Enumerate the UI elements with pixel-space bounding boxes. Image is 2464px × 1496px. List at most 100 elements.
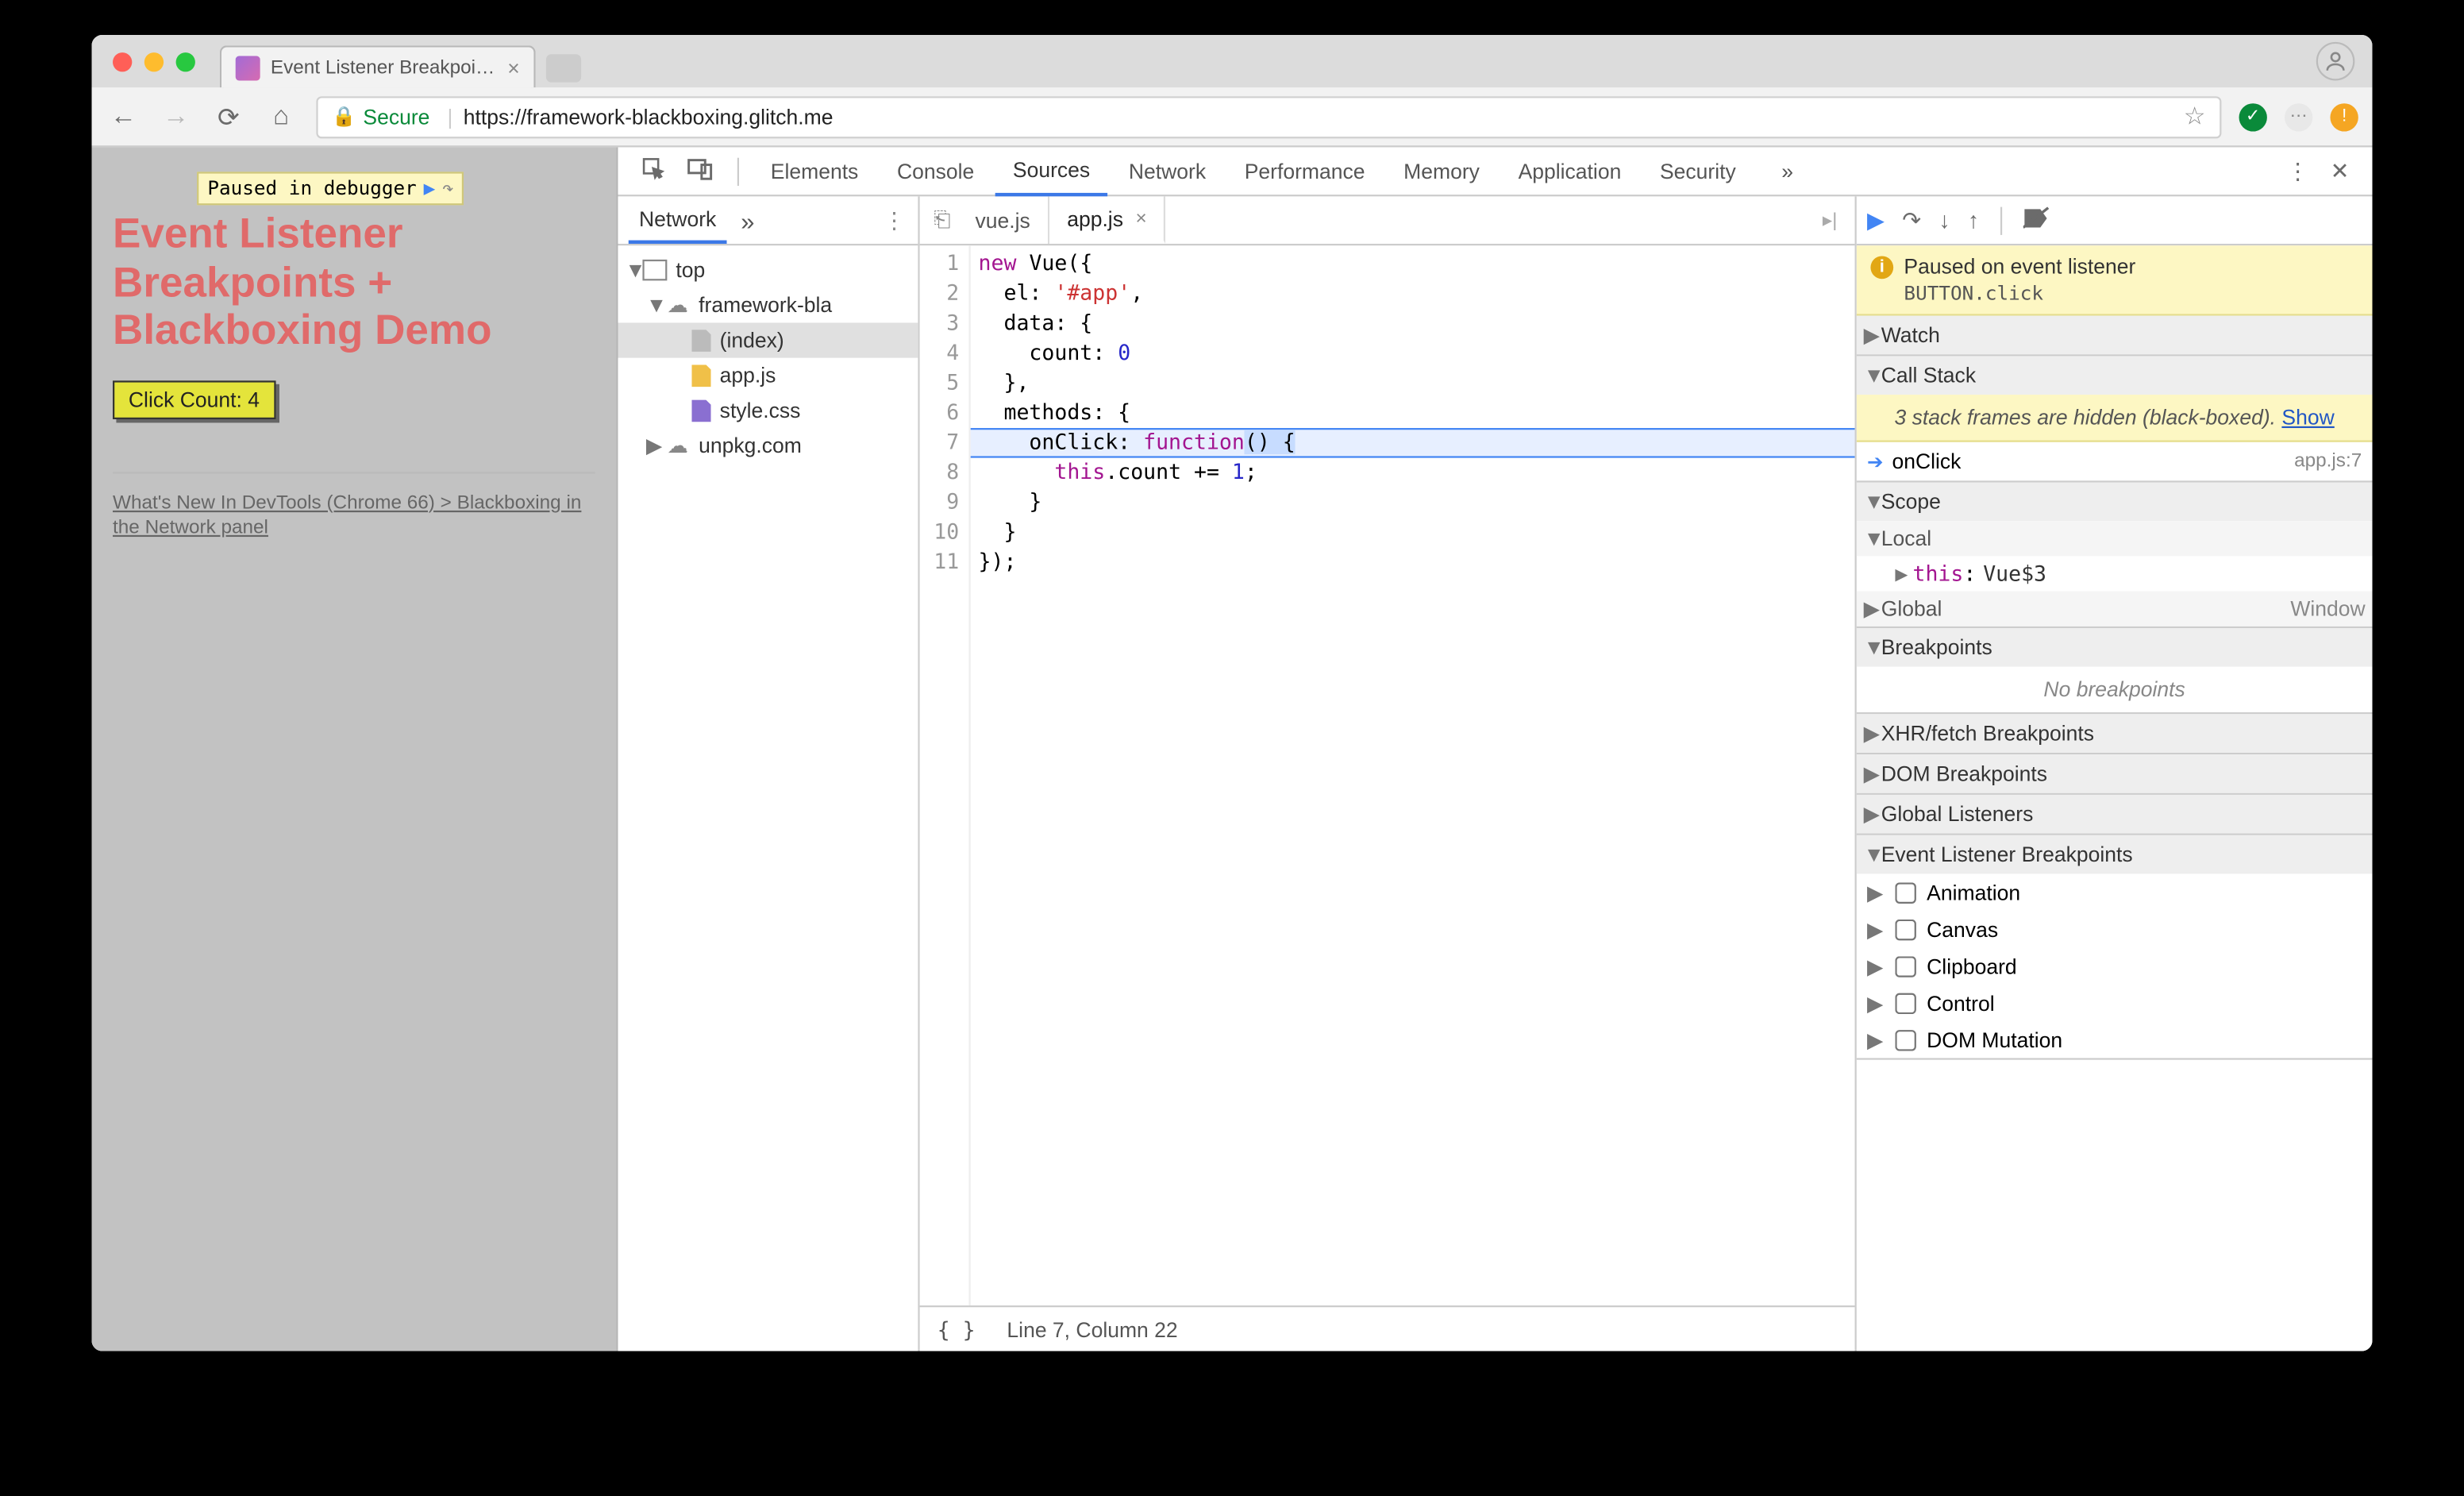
paused-label: Paused in debugger	[207, 177, 416, 200]
callstack-frame[interactable]: ➔ onClick app.js:7	[1857, 442, 2373, 481]
page-heading: Event Listener Breakpoints + Blackboxing…	[113, 210, 595, 356]
back-button[interactable]: ←	[106, 102, 141, 132]
page-link[interactable]: What's New In DevTools (Chrome 66) > Bla…	[113, 491, 595, 541]
step-over-icon[interactable]: ↷	[1902, 206, 1921, 233]
tree-file-appjs[interactable]: app.js	[618, 358, 918, 393]
code-area[interactable]: 1234567891011 new Vue({ el: '#app', data…	[920, 245, 1855, 1305]
elb-item[interactable]: ▶Canvas	[1857, 911, 2373, 947]
elb-checkbox[interactable]	[1895, 881, 1916, 903]
scope-this[interactable]: ▶this:Vue$3	[1857, 556, 2373, 591]
tab-memory[interactable]: Memory	[1386, 147, 1497, 195]
elb-checkbox[interactable]	[1895, 955, 1916, 977]
tab-performance[interactable]: Performance	[1227, 147, 1383, 195]
editor-tab-appjs[interactable]: app.js×	[1049, 196, 1166, 244]
navigator-menu-icon[interactable]: ⋮	[883, 206, 907, 233]
tab-security[interactable]: Security	[1642, 147, 1754, 195]
browser-tab[interactable]: Event Listener Breakpoints + B ×	[220, 45, 536, 87]
deactivate-breakpoints-icon[interactable]	[2023, 206, 2050, 233]
minimize-window-icon[interactable]	[144, 52, 164, 71]
debugger-toolbar: ▶ ↷ ↓ ↑	[1857, 196, 2373, 245]
more-tabs-icon[interactable]: »	[1764, 147, 1811, 195]
section-header-breakpoints[interactable]: ▼Breakpoints	[1857, 628, 2373, 667]
tree-domain[interactable]: ▼☁framework-bla	[618, 287, 918, 322]
section-header-watch[interactable]: ▶Watch	[1857, 316, 2373, 355]
bookmark-icon[interactable]: ☆	[2184, 102, 2206, 132]
home-button[interactable]: ⌂	[264, 102, 298, 132]
elb-item[interactable]: ▶Clipboard	[1857, 947, 2373, 984]
elb-checkbox[interactable]	[1895, 919, 1916, 940]
section-global-listeners: ▶Global Listeners	[1857, 795, 2373, 835]
reload-button[interactable]: ⟳	[211, 101, 246, 133]
tree-cdn[interactable]: ▶☁unpkg.com	[618, 428, 918, 463]
devtools-panel: Elements Console Sources Network Perform…	[618, 147, 2373, 1351]
tab-elements[interactable]: Elements	[753, 147, 876, 195]
click-count-button[interactable]: Click Count: 4	[113, 380, 275, 419]
elb-item[interactable]: ▶Control	[1857, 985, 2373, 1021]
step-icon[interactable]: ↷	[442, 177, 454, 200]
cloud-icon: ☁	[664, 293, 691, 318]
tab-sources[interactable]: Sources	[995, 147, 1108, 195]
elb-item[interactable]: ▶Animation	[1857, 873, 2373, 910]
step-out-icon[interactable]: ↑	[1968, 207, 1979, 233]
tree-top[interactable]: ▼top	[618, 253, 918, 287]
inspect-element-icon[interactable]	[632, 156, 674, 186]
tab-close-icon[interactable]: ×	[507, 57, 520, 79]
section-header-scope[interactable]: ▼Scope	[1857, 483, 2373, 522]
section-header-xhr[interactable]: ▶XHR/fetch Breakpoints	[1857, 714, 2373, 753]
banner-detail: BUTTON.click	[1904, 283, 2358, 306]
toggle-debugger-icon[interactable]: ▸|	[1812, 209, 1848, 232]
elb-checkbox[interactable]	[1895, 1029, 1916, 1051]
devtools-close-icon[interactable]: ✕	[2322, 157, 2358, 185]
secure-badge[interactable]: 🔒 Secure	[332, 104, 429, 129]
toggle-navigator-icon[interactable]: ⎗	[926, 207, 957, 233]
elb-item[interactable]: ▶DOM Mutation	[1857, 1021, 2373, 1058]
profile-avatar-icon[interactable]	[2316, 42, 2355, 81]
editor-tabs: ⎗ vue.js app.js× ▸|	[920, 196, 1855, 245]
scope-local[interactable]: ▼Local	[1857, 521, 2373, 556]
page-viewport: Event Listener Breakpoints + Blackboxing…	[92, 147, 618, 1351]
file-icon	[691, 399, 710, 422]
device-toolbar-icon[interactable]	[678, 156, 723, 186]
extension-icon[interactable]: ⋯	[2285, 102, 2312, 130]
close-tab-icon[interactable]: ×	[1135, 208, 1146, 229]
close-window-icon[interactable]	[113, 52, 132, 71]
secure-label: Secure	[363, 104, 429, 129]
extension-icon[interactable]: !	[2330, 102, 2358, 130]
divider	[113, 472, 595, 473]
banner-title: Paused on event listener	[1904, 254, 2135, 279]
resume-icon[interactable]: ▶	[424, 177, 436, 200]
section-header-global-listeners[interactable]: ▶Global Listeners	[1857, 795, 2373, 834]
tree-file-index[interactable]: (index)	[618, 322, 918, 357]
pretty-print-icon[interactable]: { }	[937, 1317, 976, 1341]
forward-button: →	[158, 102, 193, 132]
resume-button[interactable]: ▶	[1867, 206, 1885, 233]
file-icon	[691, 329, 710, 352]
tab-application[interactable]: Application	[1500, 147, 1638, 195]
section-watch: ▶Watch	[1857, 316, 2373, 357]
section-header-callstack[interactable]: ▼Call Stack	[1857, 356, 2373, 395]
tab-console[interactable]: Console	[880, 147, 992, 195]
blackbox-message: 3 stack frames are hidden (black-boxed).…	[1857, 395, 2373, 442]
devtools-menu-icon[interactable]: ⋮	[2277, 157, 2318, 185]
tree-file-stylecss[interactable]: style.css	[618, 393, 918, 428]
section-xhr: ▶XHR/fetch Breakpoints	[1857, 714, 2373, 754]
editor-tab-vuejs[interactable]: vue.js	[957, 196, 1049, 244]
more-icon[interactable]: »	[741, 206, 754, 233]
step-into-icon[interactable]: ↓	[1938, 207, 1950, 233]
section-header-dom[interactable]: ▶DOM Breakpoints	[1857, 754, 2373, 793]
scope-global[interactable]: ▶GlobalWindow	[1857, 592, 2373, 627]
chrome-window: Event Listener Breakpoints + B × ← → ⟳ ⌂…	[92, 35, 2373, 1351]
new-tab-button[interactable]	[546, 54, 581, 82]
info-icon: i	[1870, 255, 1893, 278]
frame-source: app.js:7	[2294, 451, 2362, 472]
elb-checkbox[interactable]	[1895, 993, 1916, 1014]
section-header-elb[interactable]: ▼Event Listener Breakpoints	[1857, 835, 2373, 874]
current-frame-icon: ➔	[1867, 450, 1883, 473]
maximize-window-icon[interactable]	[176, 52, 195, 71]
show-frames-link[interactable]: Show	[2281, 405, 2334, 430]
url-input[interactable]: 🔒 Secure | https://framework-blackboxing…	[316, 95, 2221, 137]
tab-network[interactable]: Network	[1111, 147, 1223, 195]
frame-name: onClick	[1892, 449, 1961, 474]
navigator-tab-network[interactable]: Network	[629, 196, 727, 244]
extension-icon[interactable]: ✓	[2239, 102, 2267, 130]
